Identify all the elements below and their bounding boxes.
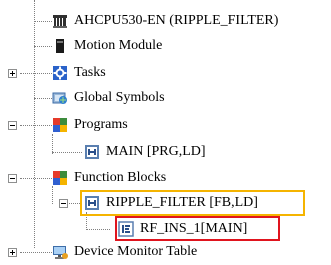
motion-module-icon <box>52 38 68 54</box>
tree-item-main-program[interactable]: MAIN [PRG,LD] <box>84 141 206 163</box>
device-monitor-icon <box>52 244 68 260</box>
function-block-icon <box>84 195 100 211</box>
collapse-function-blocks-toggle[interactable] <box>8 174 17 183</box>
function-blocks-icon <box>52 170 68 186</box>
tree-line <box>20 125 52 126</box>
tree-item-global-symbols[interactable]: Global Symbols <box>52 87 165 109</box>
project-tree: AHCPU530-EN (RIPPLE_FILTER) Motion Modul… <box>0 0 331 262</box>
cpu-icon <box>52 13 68 29</box>
expand-device-monitor-toggle[interactable] <box>8 248 17 257</box>
tree-line <box>34 0 35 248</box>
tasks-icon <box>52 65 68 81</box>
tree-item-device-monitor-table[interactable]: Device Monitor Table <box>52 241 197 263</box>
tree-item-label: Motion Module <box>74 38 163 53</box>
global-symbols-icon <box>52 90 68 106</box>
tree-item-label: Function Blocks <box>74 170 167 185</box>
programs-icon <box>52 117 68 133</box>
tree-line <box>52 152 82 153</box>
tree-item-cpu[interactable]: AHCPU530-EN (RIPPLE_FILTER) <box>52 10 278 32</box>
tree-item-function-blocks[interactable]: Function Blocks <box>52 167 166 189</box>
tree-item-label: Tasks <box>74 65 106 80</box>
tree-item-label: Programs <box>74 117 128 132</box>
tree-line <box>20 73 52 74</box>
collapse-programs-toggle[interactable] <box>8 121 17 130</box>
tree-item-label: Device Monitor Table <box>74 244 198 259</box>
tree-item-label: Global Symbols <box>74 90 165 105</box>
instance-icon <box>118 221 134 237</box>
tree-item-programs[interactable]: Programs <box>52 114 128 136</box>
tree-line <box>34 21 52 22</box>
tree-item-tasks[interactable]: Tasks <box>52 62 106 84</box>
tree-item-motion-module[interactable]: Motion Module <box>52 35 162 57</box>
tree-item-rf-ins-1[interactable]: RF_INS_1[MAIN] <box>118 218 247 240</box>
tree-line <box>34 46 52 47</box>
tree-line <box>20 252 52 253</box>
tree-item-label: RIPPLE_FILTER [FB,LD] <box>106 195 258 210</box>
tree-line <box>20 178 52 179</box>
tree-line <box>86 229 110 230</box>
expand-tasks-toggle[interactable] <box>8 69 17 78</box>
collapse-ripple-filter-toggle[interactable] <box>59 199 68 208</box>
tree-item-ripple-filter[interactable]: RIPPLE_FILTER [FB,LD] <box>84 192 258 214</box>
tree-item-label: AHCPU530-EN (RIPPLE_FILTER) <box>74 13 279 28</box>
tree-item-label: RF_INS_1[MAIN] <box>140 221 248 236</box>
tree-line <box>34 98 52 99</box>
tree-line <box>52 134 53 154</box>
program-block-icon <box>84 144 100 160</box>
tree-item-label: MAIN [PRG,LD] <box>106 144 206 159</box>
